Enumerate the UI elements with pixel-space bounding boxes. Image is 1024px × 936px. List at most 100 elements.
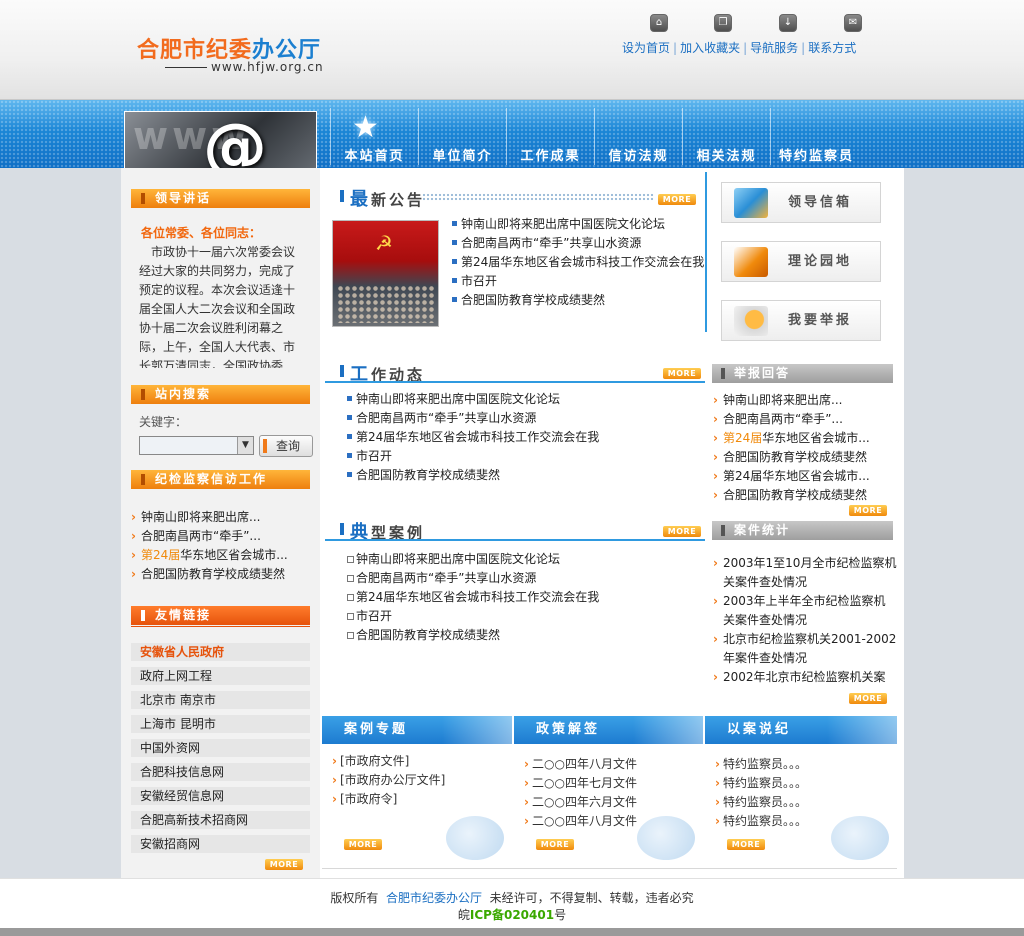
friend-link-7[interactable]: 合肥高新技术招商网 [131,811,310,829]
case-discipline-more-button[interactable]: MORE [727,839,765,850]
list-item[interactable]: 钟南山即将来肥出席中国医院文化论坛 [451,215,703,234]
leader-speech-header: 领导讲话 [131,189,310,208]
list-item[interactable]: 钟南山即将来肥出席中国医院文化论坛 [346,390,706,409]
nav-special-supervisor[interactable]: 特约监察员 [770,108,862,165]
site-footer: 版权所有 合肥市纪委办公厅 未经许可，不得复制、转载，违者必究 皖ICP备020… [0,878,1024,928]
notice-photo: ☭ [332,220,439,327]
list-item-cont[interactable]: 关案件查处情况 [713,573,893,592]
site-search-header: 站内搜索 [131,385,310,404]
leader-mailbox-button[interactable]: 领导信箱 [721,182,881,223]
list-item[interactable]: 合肥国防教育学校成绩斐然 [346,626,706,645]
xinfang-list: 钟南山即将来肥出席... 合肥南昌两市“牵手”... 第24届华东地区省会城市.… [131,508,311,584]
nav-service-link[interactable]: 导航服务 [750,41,798,55]
nav-related-rules[interactable]: 相关法规 [682,108,770,165]
list-item[interactable]: [市政府令] [332,790,445,809]
list-item[interactable]: 第24届华东地区省会城市... [131,546,311,565]
site-logo[interactable]: 合肥市纪委办公厅 www.hfjw.org.cn [137,32,323,74]
list-item[interactable]: 合肥南昌两市“牵手”共享山水资源 [346,569,706,588]
report-answers-more-button[interactable]: MORE [849,505,887,516]
friend-link-0[interactable]: 安徽省人民政府 [131,643,310,661]
favorite-icon[interactable]: ❐ [714,14,732,32]
list-item-cont[interactable]: 年案件查处情况 [713,649,893,668]
bottom-strip [0,928,1024,936]
friend-link-5[interactable]: 合肥科技信息网 [131,763,310,781]
friend-link-1[interactable]: 政府上网工程 [131,667,310,685]
home-icon[interactable]: ⌂ [650,14,668,32]
nav-home[interactable]: 本站首页 [330,108,418,165]
list-item[interactable]: 第24届华东地区省会城市科技工作交流会在我 [451,253,704,272]
list-item[interactable]: 2003年1至10月全市纪检监察机 [713,554,896,573]
list-item[interactable]: 钟南山即将来肥出席... [713,391,893,410]
list-item[interactable]: 合肥南昌两市“牵手”共享山水资源 [346,409,706,428]
list-item[interactable]: 特约监察员。。。 [715,755,807,774]
friend-link-6[interactable]: 安徽经贸信息网 [131,787,310,805]
case-topics-more-button[interactable]: MORE [344,839,382,850]
work-news-more-button[interactable]: MORE [663,368,701,379]
friend-link-2[interactable]: 北京市 南京市 [131,691,310,709]
list-item[interactable]: 合肥国防教育学校成绩斐然 [713,486,893,505]
list-item[interactable]: 二○○四年六月文件 [524,793,637,812]
nav-petition-rules[interactable]: 信访法规 [594,108,682,165]
policy-header: 政策解签 [514,716,703,744]
list-item[interactable]: 合肥国防教育学校成绩斐然 [131,565,311,584]
case-stats-list: 2003年1至10月全市纪检监察机 关案件查处情况 2003年上半年全市纪检监察… [713,554,896,687]
list-item-cont[interactable]: 关案件查处情况 [713,611,893,630]
list-item[interactable]: 合肥南昌两市“牵手”... [713,410,893,429]
leader-greeting: 各位常委、各位同志： [141,226,262,240]
list-item[interactable]: 二○○四年八月文件 [524,812,637,831]
list-item[interactable]: 合肥国防教育学校成绩斐然 [346,466,706,485]
footer-site-link[interactable]: 合肥市纪委办公厅 [386,891,482,905]
list-item[interactable]: 合肥南昌两市“牵手”... [131,527,311,546]
list-item[interactable]: 特约监察员。。。 [715,793,807,812]
report-button[interactable]: 我要举报 [721,300,881,341]
list-item[interactable]: 钟南山即将来肥出席... [131,508,311,527]
list-item[interactable]: 市召开 [346,447,706,466]
mail-icon[interactable]: ✉ [844,14,862,32]
list-item[interactable]: 钟南山即将来肥出席中国医院文化论坛 [346,550,706,569]
leader-speech-text: 市政协十一届六次常委会议经过大家的共同努力，完成了预定的议程。本次会议适逢十届全… [139,245,296,368]
nav-unit-intro[interactable]: 单位简介 [418,108,506,165]
list-item[interactable]: 第24届华东地区省会城市... [713,467,893,486]
notice-heading: 最新公告 [350,189,426,210]
keyword-label: 关键字： [139,415,188,429]
notice-more-button[interactable]: MORE [658,194,696,205]
search-button[interactable]: 查询 [259,435,313,457]
typical-cases-list: 钟南山即将来肥出席中国医院文化论坛 合肥南昌两市“牵手”共享山水资源 第24届华… [346,550,706,645]
icp-number[interactable]: ICP备020401 [470,908,554,922]
list-item[interactable]: 第24届华东地区省会城市... [713,429,893,448]
download-icon[interactable]: ↓ [779,14,797,32]
policy-more-button[interactable]: MORE [536,839,574,850]
theory-garden-button[interactable]: 理论园地 [721,241,881,282]
list-item[interactable]: 北京市纪检监察机关2001-2002 [713,630,896,649]
list-item[interactable]: 第24届华东地区省会城市科技工作交流会在我 [346,428,706,447]
case-topics-panel: 案例专题 [市政府文件] [市政府办公厅文件] [市政府令] MORE [322,716,512,864]
list-item[interactable]: 二○○四年七月文件 [524,774,637,793]
list-item[interactable]: 合肥国防教育学校成绩斐然 [713,448,893,467]
case-stats-more-button[interactable]: MORE [849,693,887,704]
friend-link-4[interactable]: 中国外资网 [131,739,310,757]
nav-work-results[interactable]: 工作成果 [506,108,594,165]
typical-cases-more-button[interactable]: MORE [663,526,701,537]
notice-list: 钟南山即将来肥出席中国医院文化论坛 合肥南昌两市“牵手”共享山水资源 第24届华… [451,215,704,310]
list-item[interactable]: [市政府文件] [332,752,445,771]
list-item[interactable]: 合肥南昌两市“牵手”共享山水资源 [451,234,703,253]
add-favorite-link[interactable]: 加入收藏夹 [680,41,740,55]
list-item[interactable]: 特约监察员。。。 [715,812,807,831]
friends-more-button[interactable]: MORE [265,859,303,870]
list-item[interactable]: [市政府办公厅文件] [332,771,445,790]
policy-panel: 政策解签 二○○四年八月文件 二○○四年七月文件 二○○四年六月文件 二○○四年… [514,716,703,864]
friend-link-8[interactable]: 安徽招商网 [131,835,310,853]
copyright-line: 版权所有 合肥市纪委办公厅 未经许可，不得复制、转载，违者必究 [330,891,694,905]
list-item[interactable]: 2002年北京市纪检监察机关案 [713,668,893,687]
list-item[interactable]: 特约监察员。。。 [715,774,807,793]
keyword-select[interactable]: ▼ [139,436,254,455]
friend-link-3[interactable]: 上海市 昆明市 [131,715,310,733]
list-item[interactable]: 市召开 [346,607,706,626]
list-item[interactable]: 二○○四年八月文件 [524,755,637,774]
set-homepage-link[interactable]: 设为首页 [622,41,670,55]
list-item[interactable]: 第24届华东地区省会城市科技工作交流会在我 [346,588,706,607]
list-item[interactable]: 合肥国防教育学校成绩斐然 [451,291,703,310]
list-item[interactable]: 市召开 [451,272,703,291]
contact-link[interactable]: 联系方式 [808,41,856,55]
list-item[interactable]: 2003年上半年全市纪检监察机 [713,592,893,611]
